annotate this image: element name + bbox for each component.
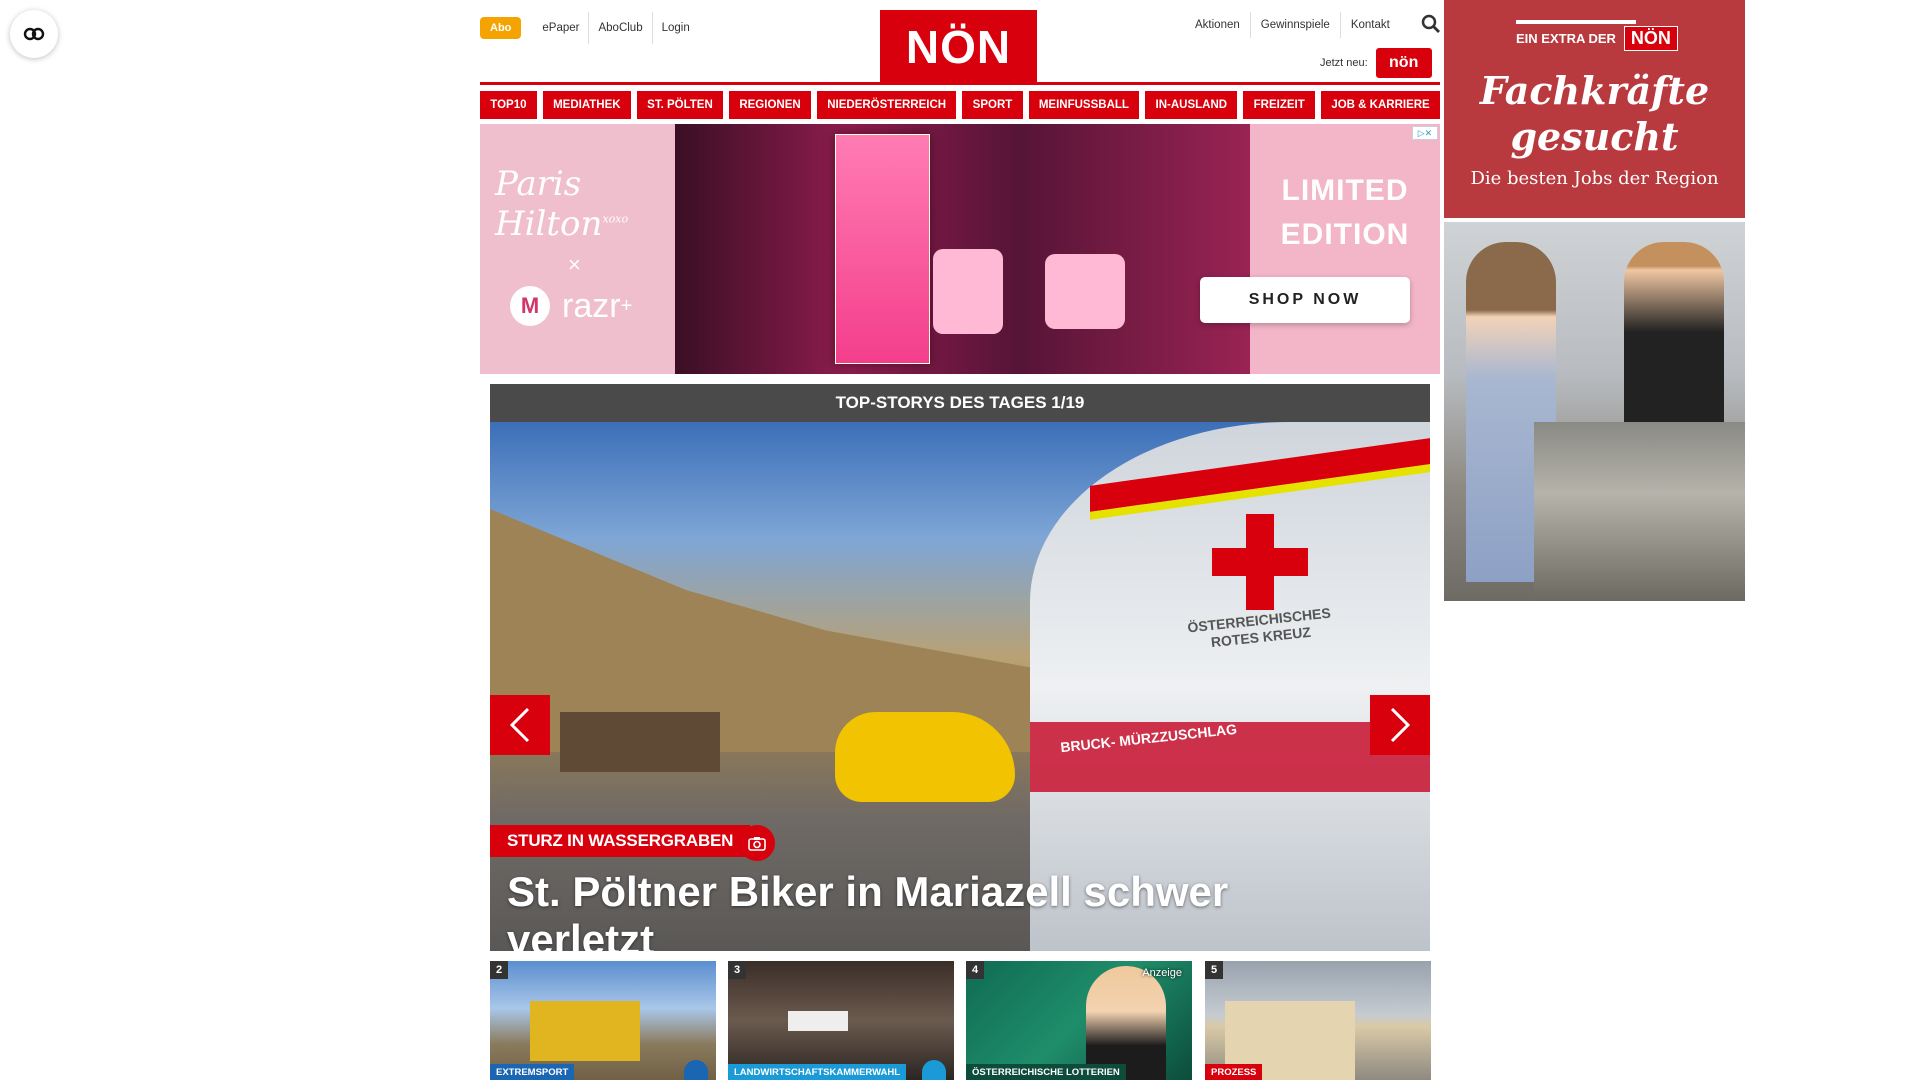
ad-subline: Die besten Jobs der Region xyxy=(1470,168,1719,189)
story-headline[interactable]: St. Pöltner Biker in Mariazell schwer ve… xyxy=(507,868,1367,951)
shop-now-button[interactable]: SHOP NOW xyxy=(1200,277,1410,323)
house-image xyxy=(560,712,720,772)
thumb-story-5[interactable]: 5 PROZESS xyxy=(1205,961,1431,1080)
nav-item-freizeit[interactable]: FREIZEIT xyxy=(1243,91,1316,119)
camera-icon xyxy=(922,1060,946,1080)
person-image xyxy=(1086,966,1166,1080)
nav-item-meinfussball[interactable]: MEINFUSSBALL xyxy=(1028,91,1140,119)
ein-extra-der: EIN EXTRA DER NÖN xyxy=(1516,26,1678,51)
login-link[interactable]: Login xyxy=(651,12,699,44)
banner-ad-left: Paris Hiltonxoxo × Mrazr + xyxy=(480,124,675,374)
van-text: ÖSTERREICHISCHES ROTES KREUZ xyxy=(1186,604,1332,651)
thumb-story-3[interactable]: 3 LANDWIRTSCHAFTSKAMMERWAHL xyxy=(728,961,954,1080)
chevron-right-icon xyxy=(1390,707,1411,743)
ad-decoration-bar xyxy=(1516,20,1636,24)
story-tag: EXTREMSPORT xyxy=(490,1064,575,1080)
limited-edition-text: LIMITED EDITION xyxy=(1280,174,1410,251)
thumb-story-4[interactable]: 4 Anzeige ÖSTERREICHISCHE LOTTERIEN xyxy=(966,961,1192,1080)
gallery-badge xyxy=(739,825,775,861)
story-kicker[interactable]: STURZ IN WASSERGRABEN xyxy=(490,825,751,857)
skyscraper-ad[interactable]: EIN EXTRA DER NÖN Fachkräfte gesucht Die b… xyxy=(1444,0,1745,601)
razr-logo: Mrazr + xyxy=(510,286,632,326)
top-stories-slider: TOP-STORYS DES TAGES 1/19 ÖSTERREICHISCH… xyxy=(490,384,1430,951)
nav-item-job-karriere[interactable]: JOB & KARRIERE xyxy=(1321,91,1440,119)
banner-x: × xyxy=(568,252,581,277)
slide-image[interactable]: ÖSTERREICHISCHES ROTES KREUZ BRUCK- MÜRZ… xyxy=(490,422,1430,951)
person-image xyxy=(1624,242,1724,442)
skyscraper-ad-header: EIN EXTRA DER NÖN Fachkräfte gesucht Die b… xyxy=(1444,0,1745,218)
truck-image xyxy=(530,1001,640,1061)
jetzt-neu-label: Jetzt neu: xyxy=(1320,57,1368,69)
nav-item-st-poelten[interactable]: ST. PÖLTEN xyxy=(636,91,724,119)
slider-header: TOP-STORYS DES TAGES 1/19 xyxy=(490,384,1430,422)
skyscraper-ad-photo xyxy=(1444,222,1745,601)
nav-item-top10[interactable]: TOP10 xyxy=(480,91,537,119)
story-tag: LANDWIRTSCHAFTSKAMMERWAHL xyxy=(728,1064,907,1080)
nav-item-regionen[interactable]: REGIONEN xyxy=(729,91,811,119)
jetzt-neu[interactable]: Jetzt neu: nön xyxy=(1320,48,1432,78)
slider-next-button[interactable] xyxy=(1370,695,1430,755)
ad-headline: Fachkräfte gesucht xyxy=(1479,68,1710,159)
search-icon xyxy=(1421,14,1440,33)
accessibility-button[interactable] xyxy=(10,10,58,58)
kontakt-link[interactable]: Kontakt xyxy=(1339,12,1400,38)
aktionen-link[interactable]: Aktionen xyxy=(1185,12,1250,38)
camera-icon xyxy=(748,836,766,851)
story-number: 4 xyxy=(966,961,984,979)
product-package xyxy=(835,134,930,364)
banner-ad[interactable]: Paris Hiltonxoxo × Mrazr + LIMITED EDITION… xyxy=(480,124,1440,374)
chevron-left-icon xyxy=(509,707,530,743)
story-tag: ÖSTERREICHISCHE LOTTERIEN xyxy=(966,1064,1126,1080)
motorola-icon: M xyxy=(510,286,550,326)
utility-nav-right: Aktionen Gewinnspiele Kontakt xyxy=(1185,12,1400,38)
story-number: 3 xyxy=(728,961,746,979)
meine-noen-logo: nön xyxy=(1375,48,1432,78)
camera-icon xyxy=(684,1060,708,1080)
utility-nav-left: Abo ePaper AboClub Login xyxy=(480,12,699,44)
nav-item-sport[interactable]: SPORT xyxy=(962,91,1023,119)
adchoices-icon[interactable]: ▷✕ xyxy=(1412,126,1438,140)
nav-item-in-ausland[interactable]: IN-AUSLAND xyxy=(1145,91,1238,119)
site-logo[interactable]: NÖN xyxy=(880,10,1037,83)
phone-case-image xyxy=(1045,254,1125,329)
aboclub-link[interactable]: AboClub xyxy=(588,12,651,44)
sign-image xyxy=(788,1011,848,1031)
thumb-story-2[interactable]: 2 EXTREMSPORT xyxy=(490,961,716,1080)
nav-item-mediathek[interactable]: MEDIATHEK xyxy=(542,91,631,119)
story-tag: PROZESS xyxy=(1205,1064,1263,1080)
nav-item-niederoesterreich[interactable]: NIEDERÖSTERREICH xyxy=(816,91,957,119)
gewinnspiele-link[interactable]: Gewinnspiele xyxy=(1249,12,1340,38)
helicopter-image xyxy=(835,712,1015,802)
header-divider xyxy=(480,82,1440,85)
anzeige-label: Anzeige xyxy=(1142,967,1182,979)
story-number: 5 xyxy=(1205,961,1223,979)
story-number: 2 xyxy=(490,961,508,979)
slider-prev-button[interactable] xyxy=(490,695,550,755)
red-cross-icon xyxy=(1212,514,1308,610)
machine-image xyxy=(1534,422,1745,601)
phone-image xyxy=(933,249,1003,334)
banner-ad-right: LIMITED EDITION SHOP NOW xyxy=(1200,124,1440,374)
paris-hilton-logo: Paris Hiltonxoxo xyxy=(495,164,629,244)
banner-ad-image xyxy=(675,124,1250,374)
noen-logo-small: NÖN xyxy=(1623,26,1678,51)
epaper-link[interactable]: ePaper xyxy=(533,12,588,44)
main-nav: TOP10 MEDIATHEK ST. PÖLTEN REGIONEN NIED… xyxy=(480,91,1440,119)
accessibility-toggle-icon xyxy=(23,27,45,41)
abo-button[interactable]: Abo xyxy=(480,17,522,39)
search-button[interactable] xyxy=(1421,14,1441,34)
